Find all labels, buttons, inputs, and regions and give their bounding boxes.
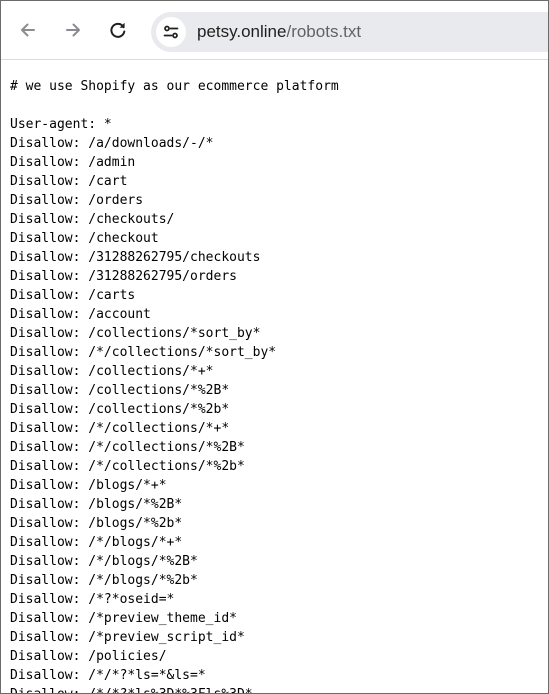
text-line bbox=[10, 96, 339, 115]
text-line: User-agent: * bbox=[10, 117, 112, 132]
text-line: Disallow: /policies/ bbox=[10, 649, 167, 664]
text-line: Disallow: /*preview_script_id* bbox=[10, 630, 245, 645]
text-line: Disallow: /*/*?*ls=*&ls=* bbox=[10, 668, 206, 683]
text-line: Disallow: /collections/*+* bbox=[10, 364, 214, 379]
tune-icon bbox=[163, 25, 179, 39]
text-line: Disallow: /*/collections/*sort_by* bbox=[10, 345, 277, 360]
text-line: Disallow: /*?*oseid=* bbox=[10, 592, 175, 607]
text-line: Disallow: /cart bbox=[10, 174, 128, 189]
text-line: Disallow: /*/blogs/*%2B* bbox=[10, 554, 198, 569]
text-line: Disallow: /*/collections/*+* bbox=[10, 421, 230, 436]
browser-toolbar: petsy.online/robots.txt bbox=[1, 1, 548, 60]
text-line: Disallow: /blogs/*%2b* bbox=[10, 516, 183, 531]
text-line: Disallow: /blogs/*%2B* bbox=[10, 497, 183, 512]
back-button[interactable] bbox=[12, 14, 44, 46]
text-line: Disallow: /collections/*%2B* bbox=[10, 383, 230, 398]
text-line: # we use Shopify as our ecommerce platfo… bbox=[10, 79, 339, 94]
text-line: Disallow: /collections/*%2b* bbox=[10, 402, 230, 417]
url-text[interactable]: petsy.online/robots.txt bbox=[197, 22, 361, 42]
arrow-left-icon bbox=[21, 23, 35, 37]
text-line: Disallow: /collections/*sort_by* bbox=[10, 326, 261, 341]
arrow-right-icon bbox=[66, 23, 80, 37]
text-line: Disallow: /account bbox=[10, 307, 151, 322]
robots-txt-content: # we use Shopify as our ecommerce platfo… bbox=[10, 77, 339, 693]
address-bar[interactable]: petsy.online/robots.txt bbox=[151, 12, 548, 52]
reload-icon bbox=[110, 22, 126, 38]
text-line: Disallow: /*preview_theme_id* bbox=[10, 611, 237, 626]
text-line: Disallow: /checkouts/ bbox=[10, 212, 175, 227]
reload-button[interactable] bbox=[102, 14, 134, 46]
text-line: Disallow: /checkout bbox=[10, 231, 159, 246]
site-info-button[interactable] bbox=[156, 17, 186, 47]
text-line: Disallow: /*/*?*ls%3D*%3Fls%3D* bbox=[10, 685, 339, 693]
text-line: Disallow: /*/blogs/*%2b* bbox=[10, 573, 198, 588]
browser-window: petsy.online/robots.txt # we use Shopify… bbox=[0, 0, 549, 694]
text-line: Disallow: /*/blogs/*+* bbox=[10, 535, 183, 550]
text-line: Disallow: /31288262795/orders bbox=[10, 269, 237, 284]
forward-button[interactable] bbox=[57, 14, 89, 46]
text-line: Disallow: /blogs/*+* bbox=[10, 478, 167, 493]
text-line: Disallow: /carts bbox=[10, 288, 136, 303]
text-line: Disallow: /admin bbox=[10, 155, 136, 170]
url-host: petsy.online bbox=[197, 22, 287, 41]
url-path: /robots.txt bbox=[286, 22, 362, 41]
text-line: Disallow: /orders bbox=[10, 193, 144, 208]
text-line: Disallow: /*/collections/*%2b* bbox=[10, 459, 245, 474]
text-line: Disallow: /*/collections/*%2B* bbox=[10, 440, 245, 455]
text-line: Disallow: /31288262795/checkouts bbox=[10, 250, 261, 265]
text-line: Disallow: /a/downloads/-/* bbox=[10, 136, 214, 151]
